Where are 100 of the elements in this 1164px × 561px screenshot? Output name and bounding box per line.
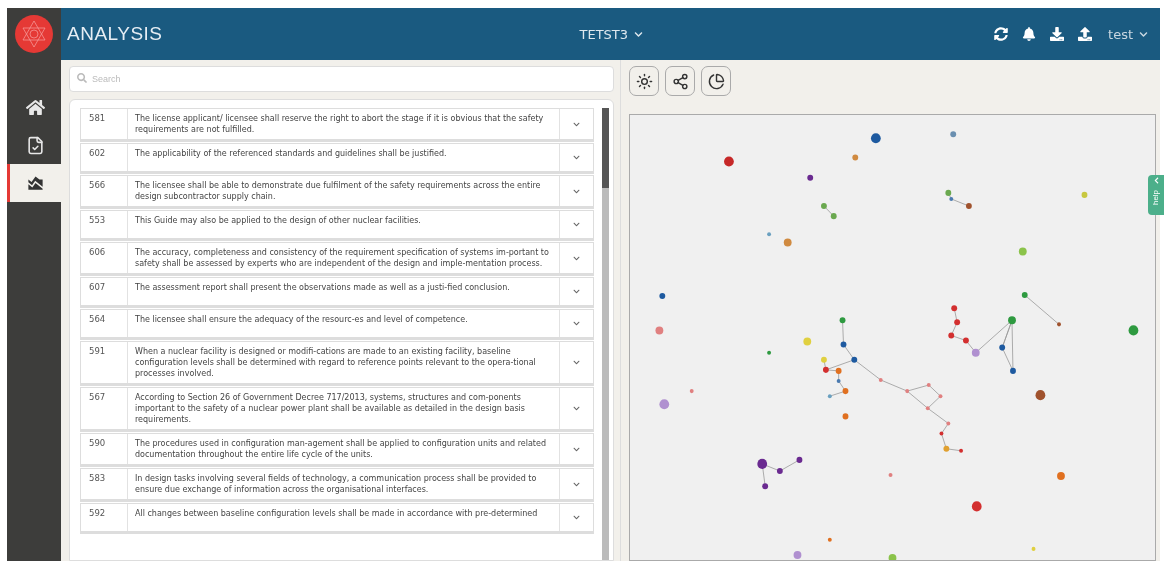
graph-node bbox=[888, 473, 893, 478]
download-icon[interactable] bbox=[1050, 27, 1065, 41]
graph-node bbox=[821, 356, 827, 363]
search-field[interactable]: Search bbox=[69, 66, 614, 92]
graph-node bbox=[767, 350, 772, 355]
graph-node bbox=[925, 406, 930, 411]
page-title: ANALYSIS bbox=[67, 23, 163, 45]
graph-node bbox=[1018, 247, 1027, 256]
project-dropdown[interactable]: TETST3 bbox=[579, 26, 644, 42]
graph-node bbox=[757, 458, 768, 469]
graph-edge bbox=[823, 205, 835, 217]
requirement-id: 592 bbox=[81, 504, 128, 531]
graph-node bbox=[827, 537, 832, 542]
requirement-id: 583 bbox=[81, 469, 128, 499]
requirement-id: 564 bbox=[81, 310, 128, 337]
requirement-text: The licensee shall be able to demonstrate due fulfilment of the safety requirements across the entire design subcontractor supply chain. bbox=[134, 180, 542, 203]
graph-node bbox=[793, 550, 802, 559]
graph-node bbox=[971, 501, 982, 512]
scrollbar[interactable] bbox=[602, 108, 609, 560]
chevron-left-icon bbox=[1152, 177, 1160, 184]
graph-node bbox=[767, 232, 772, 237]
requirement-text: The applicability of the referenced standards and guidelines shall be justified. bbox=[134, 148, 448, 160]
sidebar-item[interactable] bbox=[7, 164, 61, 202]
graph-node bbox=[951, 305, 958, 312]
chart-icon bbox=[26, 173, 45, 193]
graph-node bbox=[659, 293, 666, 300]
requirement-id: 566 bbox=[81, 176, 128, 206]
help-tab[interactable]: help bbox=[1148, 175, 1164, 215]
graph-node bbox=[1128, 325, 1139, 336]
chevron-down-icon bbox=[573, 154, 580, 161]
graph-node bbox=[776, 467, 783, 475]
graph-node bbox=[1057, 322, 1061, 327]
graph-node bbox=[948, 332, 955, 339]
pie-view-button[interactable] bbox=[701, 66, 731, 96]
chevron-down-icon bbox=[573, 320, 580, 327]
network-view-button[interactable] bbox=[665, 66, 695, 96]
graph-node bbox=[724, 156, 734, 167]
graph-node bbox=[762, 483, 769, 490]
home-icon bbox=[26, 97, 45, 117]
chevron-down-icon bbox=[573, 120, 580, 128]
graph-node bbox=[1021, 292, 1028, 299]
graph-node bbox=[1081, 191, 1088, 198]
graph-node bbox=[840, 341, 847, 348]
graph-edge bbox=[1024, 294, 1060, 325]
checklist-icon bbox=[26, 135, 45, 155]
scrollbar-thumb[interactable] bbox=[602, 108, 609, 188]
graph-node bbox=[999, 344, 1006, 351]
graph-node bbox=[938, 394, 943, 399]
chevron-down-icon bbox=[573, 480, 580, 488]
graph-node bbox=[971, 348, 980, 357]
requirement-text: According to Section 26 of Government Decree 717/2013, systems, structures and com-ponents important to the safety of a nuclear power plant shall be available as detailed in the design basis requirements. bbox=[134, 392, 526, 426]
graph-node bbox=[796, 456, 803, 463]
graph-node bbox=[905, 389, 910, 394]
graph-node bbox=[946, 421, 951, 426]
user-menu[interactable]: test bbox=[1108, 26, 1148, 42]
chevron-down-icon bbox=[573, 221, 580, 228]
cluster-view-button[interactable] bbox=[629, 66, 659, 96]
chevron-down-icon bbox=[573, 254, 580, 262]
requirement-text: The licensee shall ensure the adequacy of the resourc-es and level of competence. bbox=[134, 314, 469, 326]
requirement-id: 567 bbox=[81, 388, 128, 429]
requirement-id: 553 bbox=[81, 211, 128, 238]
graph-node bbox=[943, 445, 950, 452]
graph-node bbox=[827, 394, 832, 399]
requirement-text: This Guide may also be applied to the design of other nuclear facilities. bbox=[134, 215, 422, 227]
requirement-id: 607 bbox=[81, 278, 128, 305]
graph-node bbox=[852, 154, 859, 161]
requirement-text: All changes between baseline configuration levels shall be made in accordance with pre-determined bbox=[134, 508, 539, 520]
graph-node bbox=[963, 337, 969, 344]
search-icon bbox=[77, 73, 87, 83]
requirement-id: 591 bbox=[81, 342, 128, 383]
graph-node bbox=[821, 203, 827, 210]
graph-node bbox=[830, 213, 837, 220]
graph-node bbox=[926, 383, 931, 388]
chevron-down-icon bbox=[573, 359, 580, 366]
graph-node bbox=[836, 378, 841, 383]
share-icon bbox=[671, 72, 689, 90]
graph-node bbox=[1057, 472, 1065, 481]
requirement-id: 602 bbox=[81, 144, 128, 171]
graph-node bbox=[822, 366, 829, 373]
graph-node bbox=[1008, 316, 1016, 325]
requirement-text: The procedures used in configuration man-agement shall be applied to configuration units and related documentation throughout the entire life cycle of the units. bbox=[134, 438, 547, 461]
requirement-id: 606 bbox=[81, 243, 128, 273]
graph-node bbox=[783, 238, 792, 247]
graph-node bbox=[939, 431, 944, 436]
graph-node bbox=[851, 356, 858, 363]
graph-node bbox=[689, 389, 694, 394]
chevron-down-icon bbox=[573, 445, 580, 453]
graph-node bbox=[1010, 367, 1016, 374]
bell-icon[interactable] bbox=[1022, 27, 1037, 41]
chevron-down-icon bbox=[573, 187, 580, 195]
graph-node bbox=[655, 326, 664, 335]
refresh-icon[interactable] bbox=[994, 27, 1009, 41]
upload-icon[interactable] bbox=[1078, 27, 1093, 41]
graph-node bbox=[842, 413, 849, 420]
requirement-text: The license applicant/ licensee shall reserve the right to abort the stage if it is obvious that the safety requirements are not fulfilled. bbox=[134, 113, 545, 136]
graph-node bbox=[959, 448, 963, 453]
graph-node bbox=[803, 337, 812, 346]
graph-node bbox=[878, 377, 883, 382]
chevron-down-icon bbox=[634, 29, 644, 39]
logo-icon bbox=[14, 14, 54, 54]
